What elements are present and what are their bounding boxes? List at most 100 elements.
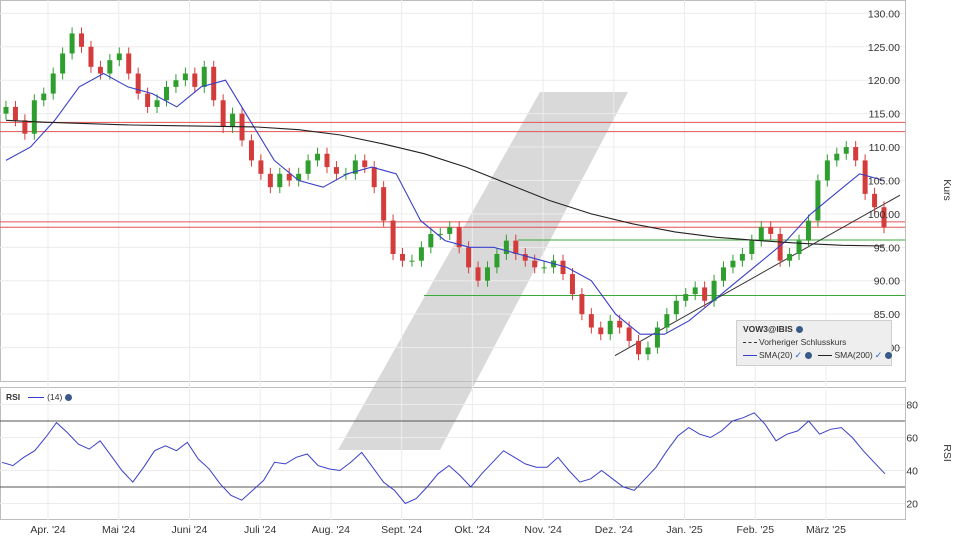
candle-body [248,140,254,161]
candle-body [230,113,236,127]
candle-body [787,254,793,261]
candle-body [69,33,75,54]
candle-body [692,287,698,295]
candle-body [50,73,56,94]
check-icon[interactable]: ✓ [875,350,883,360]
candle-body [749,240,755,254]
globe-icon[interactable] [885,352,893,360]
candle-body [107,60,113,74]
candle-body [532,260,538,268]
candle-body [409,260,415,262]
price-tick-label: 90.00 [874,276,900,288]
watermark-logo [338,92,628,450]
price-tick-label: 100.00 [868,209,900,221]
candle-body [721,267,727,281]
candle-body [484,267,490,281]
check-icon[interactable]: ✓ [795,350,803,360]
globe-icon[interactable] [805,352,813,360]
candle-body [513,240,519,254]
legend-sma200: SMA(200) [834,350,873,360]
candle-body [815,180,821,221]
candle-body [97,66,103,74]
candle-body [31,100,37,134]
candle-body [22,120,28,134]
candle-body [315,153,321,161]
candle-body [654,327,660,348]
candle-body [145,93,151,107]
chart-legend: VOW3@IBIS Vorheriger Schlusskurs SMA(20)… [736,320,893,366]
x-tick-label: Apr. '24 [30,524,65,536]
candle-body [267,173,273,188]
candle-body [711,280,717,301]
rsi-tick-label: 80 [906,400,918,412]
candle-body [645,347,651,355]
candle-body [503,240,509,254]
price-tick-label: 95.00 [874,242,900,254]
price-tick-label: 130.00 [868,8,900,20]
candle-body [579,294,585,315]
candle-body [447,227,453,234]
candle-body [333,167,339,174]
globe-icon[interactable] [65,394,73,402]
candle-body [258,160,264,174]
rsi-tick-label: 20 [906,499,918,511]
candle-body [607,320,613,335]
x-tick-label: Feb. '25 [736,524,774,536]
price-tick-label: 105.00 [868,175,900,187]
globe-icon[interactable] [795,326,803,334]
candle-body [588,314,594,328]
candle-body [494,254,500,268]
legend-sma20: SMA(20) [759,350,793,360]
legend-prev-close: Vorheriger Schlusskurs [759,337,847,347]
x-tick-label: Juli '24 [244,524,277,536]
candle-body [702,287,708,301]
rsi-series [0,412,905,505]
rsi-axis-label: RSI [941,444,953,462]
candle-body [541,267,547,269]
candle-body [862,160,868,194]
candle-body [41,93,47,101]
candle-body [12,106,18,121]
candle-body [173,80,179,87]
candle-body [381,187,387,221]
x-tick-label: Juni '24 [172,524,208,536]
candle-body [428,233,434,248]
rsi-tick-label: 60 [906,433,918,445]
candle-body [843,147,849,154]
candle-body [88,46,94,67]
candle-body [569,274,575,295]
x-tick-label: Sept. '24 [381,524,422,536]
candle-body [3,106,9,114]
rsi-tick-label: 40 [906,466,918,478]
candle-body [636,340,642,355]
price-tick-label: 110.00 [869,142,900,154]
x-tick-label: Mai '24 [102,524,136,536]
y-axis-label: Kurs [941,179,953,201]
candle-body [683,294,689,301]
rsi-period: (14) [47,392,63,402]
candle-body [853,147,859,161]
price-tick-label: 125.00 [868,42,900,54]
candle-body [739,254,745,261]
candle-body [192,73,198,87]
candle-body [824,160,830,181]
candle-body [475,267,481,281]
stock-chart: 80.0085.0090.0095.00100.00105.00110.0011… [0,0,953,536]
candle-body [466,247,472,268]
candle-body [163,86,169,101]
candle-body [673,300,679,315]
candle-body [362,160,368,168]
price-tick-label: 115.00 [869,109,900,121]
candle-body [872,193,878,208]
candle-body [598,327,604,335]
rsi-label: RSI [6,392,21,402]
candle-body [768,227,774,234]
x-tick-label: Jan. '25 [666,524,703,536]
legend-symbol-title: VOW3@IBIS [743,324,793,334]
candle-body [664,314,670,328]
candle-body [116,53,122,61]
x-tick-label: Okt. '24 [454,524,490,536]
candle-body [390,220,396,254]
candle-body [400,254,406,261]
candle-body [371,167,377,188]
